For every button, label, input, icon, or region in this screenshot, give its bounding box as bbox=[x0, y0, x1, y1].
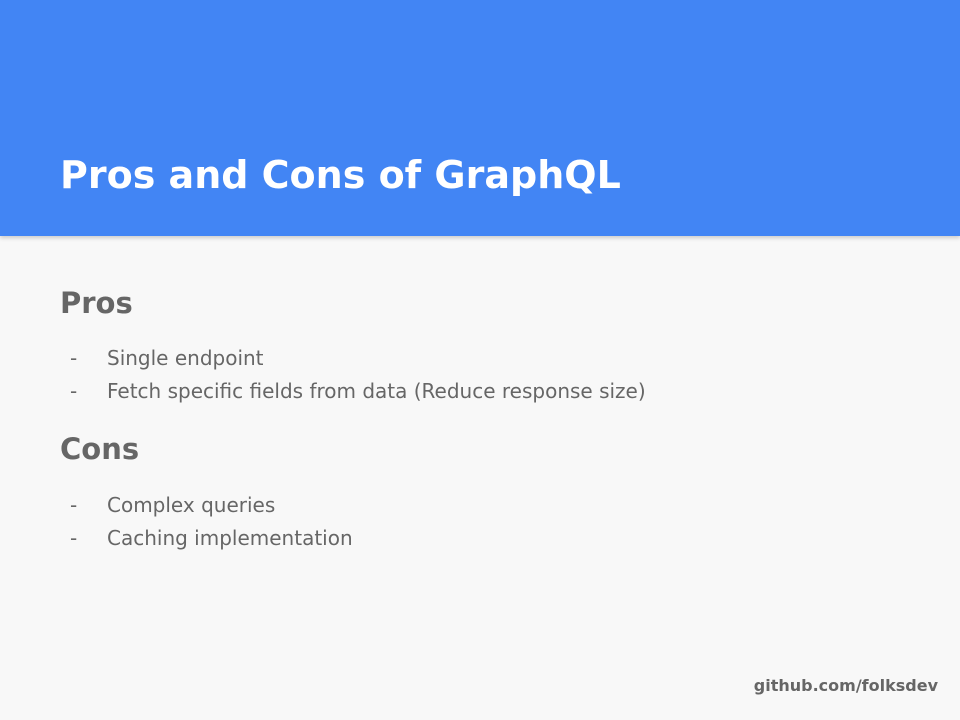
cons-item-text: Caching implementation bbox=[107, 526, 353, 550]
footer-link: github.com/folksdev bbox=[753, 676, 938, 695]
presentation-slide: Pros and Cons of GraphQL Pros - Single e… bbox=[0, 0, 960, 720]
bullet-dash: - bbox=[70, 493, 78, 517]
title-banner: Pros and Cons of GraphQL bbox=[0, 0, 960, 236]
cons-heading: Cons bbox=[60, 432, 140, 466]
bullet-dash: - bbox=[70, 526, 78, 550]
pros-item-text: Single endpoint bbox=[107, 346, 264, 370]
cons-item-text: Complex queries bbox=[107, 493, 276, 517]
bullet-dash: - bbox=[70, 346, 78, 370]
pros-item-text: Fetch specific fields from data (Reduce … bbox=[107, 379, 646, 403]
slide-title: Pros and Cons of GraphQL bbox=[60, 153, 621, 197]
pros-heading: Pros bbox=[60, 286, 133, 320]
bullet-dash: - bbox=[70, 379, 78, 403]
